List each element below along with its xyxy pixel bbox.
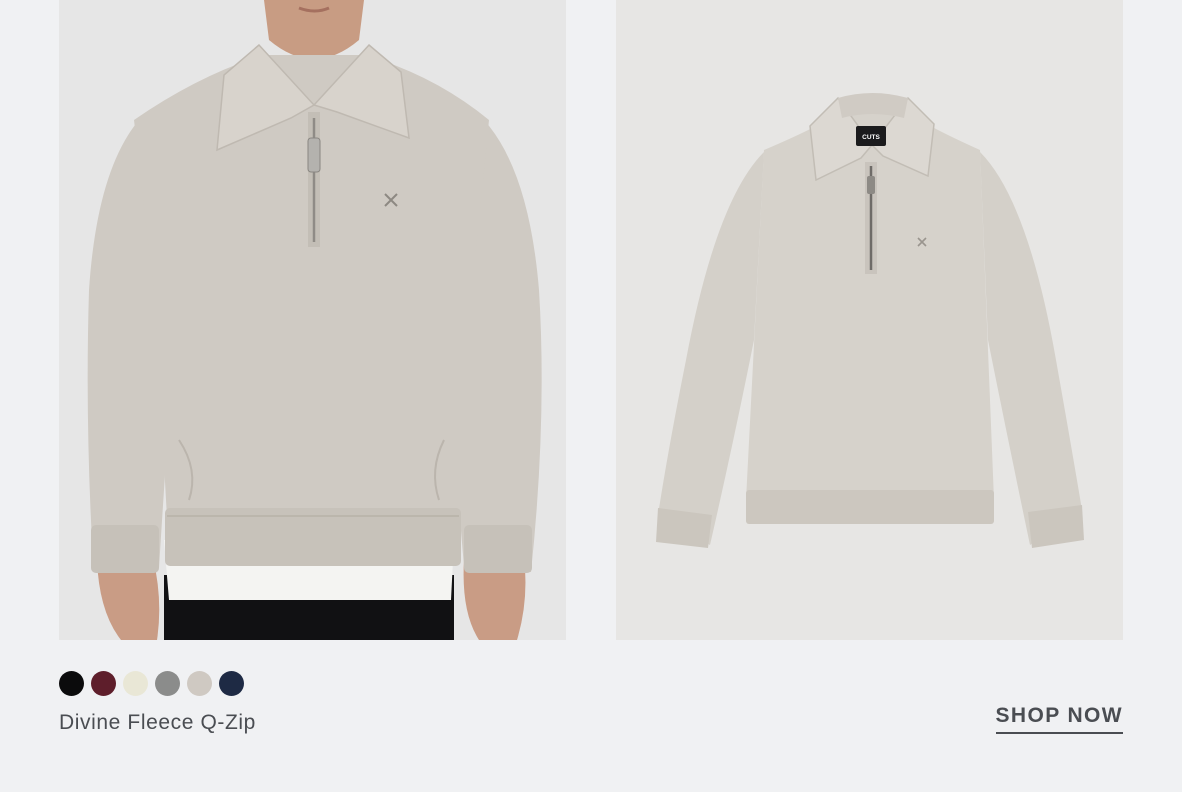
color-swatches [59, 671, 244, 696]
swatch-stone[interactable] [187, 671, 212, 696]
swatch-black[interactable] [59, 671, 84, 696]
swatch-cream[interactable] [123, 671, 148, 696]
flat-lay-product-photo[interactable]: CUTS [616, 0, 1123, 640]
product-name[interactable]: Divine Fleece Q-Zip [59, 711, 256, 735]
shop-now-link[interactable]: SHOP NOW [995, 704, 1123, 734]
model-product-photo[interactable] [59, 0, 566, 640]
swatch-grey[interactable] [155, 671, 180, 696]
brand-tag: CUTS [856, 126, 886, 146]
svg-text:CUTS: CUTS [862, 134, 880, 141]
swatch-burgundy[interactable] [91, 671, 116, 696]
swatch-navy[interactable] [219, 671, 244, 696]
